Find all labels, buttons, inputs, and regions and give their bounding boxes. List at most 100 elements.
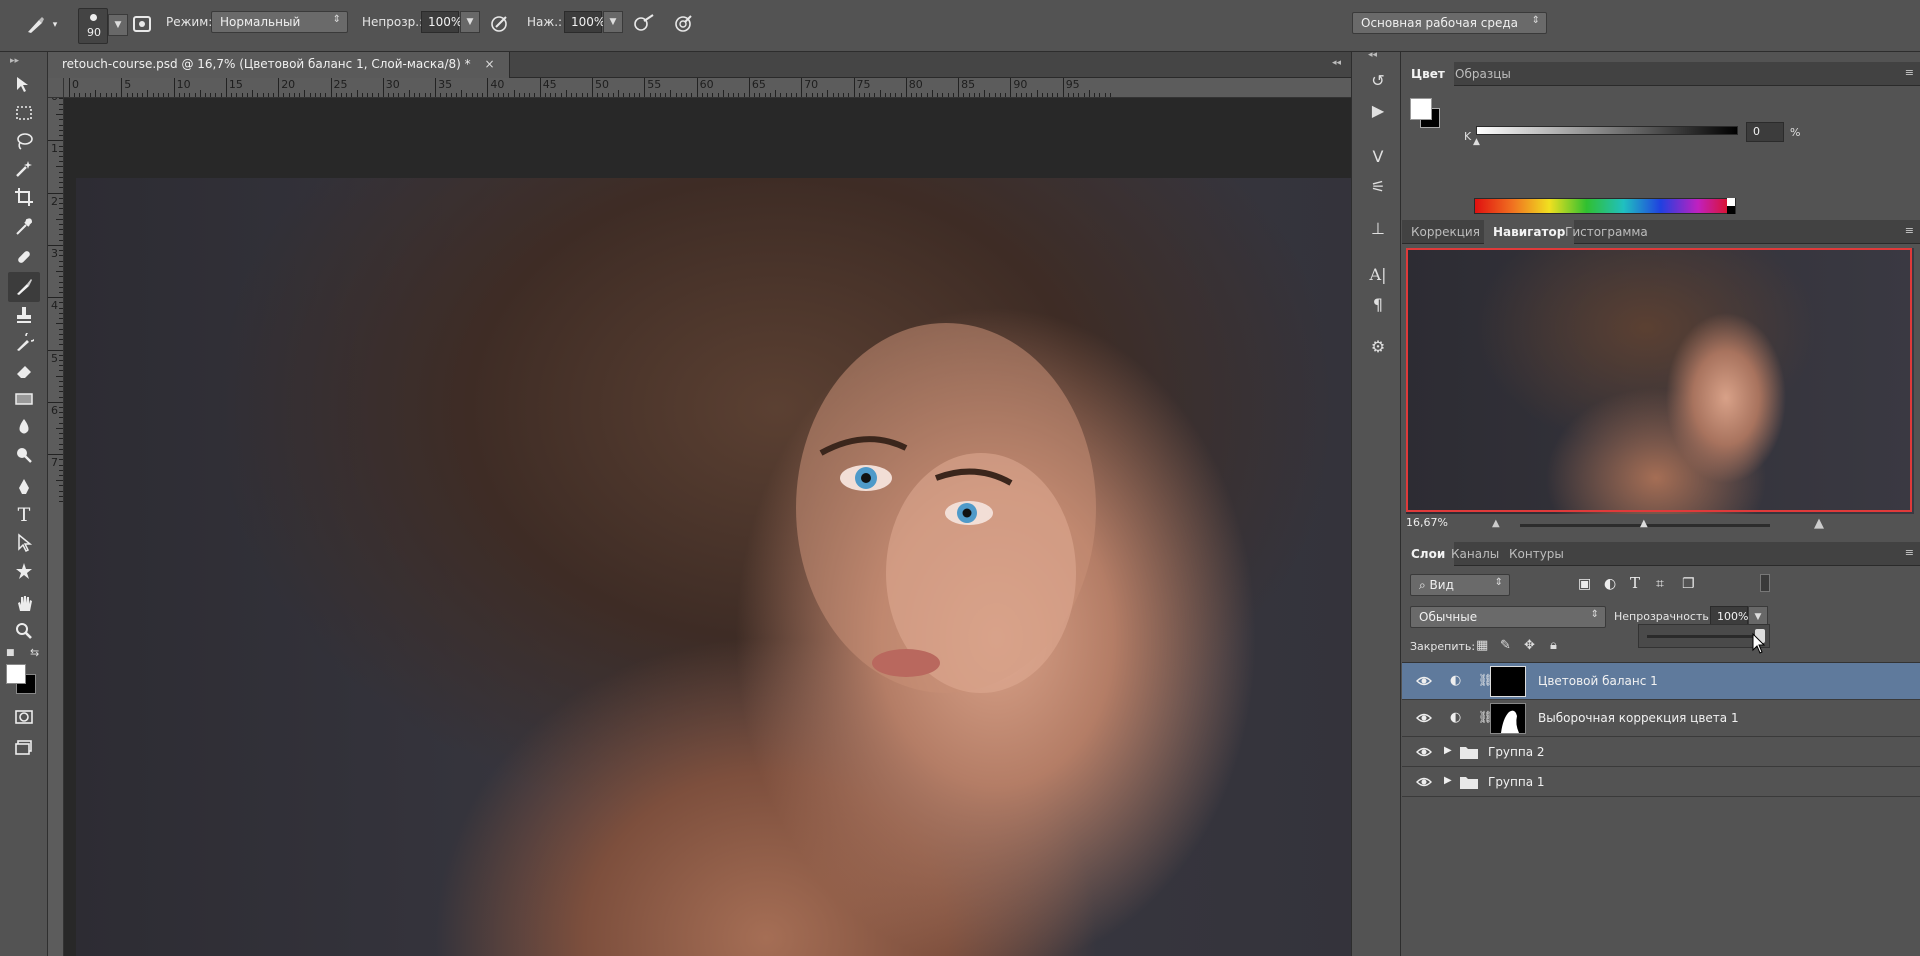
gradient-tool-icon[interactable] [8,384,40,414]
brush-presets-icon[interactable]: Ⅴ [1366,144,1390,168]
crop-tool-icon[interactable] [8,182,40,212]
layer-mask-thumbnail[interactable] [1490,666,1526,697]
close-icon[interactable]: × [484,57,494,71]
vertical-ruler[interactable]: 0 1 2 3 4 5 6 7 [48,98,64,956]
history-icon[interactable]: ↺ [1366,68,1390,92]
collapse-toolbar-icon[interactable]: ▸▸ [10,56,19,66]
document-tab[interactable]: retouch-course.psd @ 16,7% (Цветовой бал… [48,52,510,78]
actions-play-icon[interactable]: ▶ [1366,98,1390,122]
brush-size-picker[interactable]: 90 [78,8,108,44]
opacity-slider-chevron-down-icon[interactable]: ▼ [460,11,480,33]
layer-mask-thumbnail[interactable] [1490,703,1526,734]
collapse-dock-icon[interactable]: ◂◂ [1332,58,1341,68]
layer-row[interactable]: ◐ ⛓︎ Цветовой баланс 1 [1402,663,1920,700]
opacity-slider-popup[interactable] [1638,624,1770,648]
blur-tool-icon[interactable] [8,412,40,442]
pressure-size-icon[interactable] [672,11,696,35]
paragraph-panel-icon[interactable]: ¶ [1366,292,1390,316]
layer-name[interactable]: Цветовой баланс 1 [1538,674,1658,688]
spectrum-black-sample[interactable] [1727,206,1735,214]
quick-mask-icon[interactable] [8,702,40,732]
layer-blend-mode-select[interactable]: Обычные ⇕ [1410,606,1606,628]
layers-panel-menu-icon[interactable]: ≡ [1905,546,1914,559]
eraser-tool-icon[interactable] [8,356,40,386]
lock-image-pixels-icon[interactable]: ✎ [1500,638,1511,653]
layer-name[interactable]: Группа 1 [1488,775,1545,789]
default-colors-icon[interactable]: ■ [6,648,15,658]
visibility-eye-icon[interactable] [1416,710,1432,726]
zoom-tool-icon[interactable] [8,616,40,646]
tab-channels[interactable]: Каналы [1442,542,1508,566]
type-tool-icon[interactable]: T [8,500,40,530]
navigator-panel-menu-icon[interactable]: ≡ [1905,224,1914,237]
blend-mode-select[interactable]: Нормальный ⇕ [211,11,348,33]
visibility-eye-icon[interactable] [1416,744,1432,760]
tool-presets-icon[interactable]: ⚙ [1366,334,1390,358]
lasso-tool-icon[interactable] [8,126,40,156]
document-canvas[interactable] [64,98,1351,956]
marquee-tool-icon[interactable] [8,98,40,128]
filter-pixel-layers-icon[interactable]: ▣ [1578,576,1591,592]
layer-name[interactable]: Выборочная коррекция цвета 1 [1538,711,1739,725]
dodge-tool-icon[interactable] [8,440,40,470]
airbrush-icon[interactable] [632,11,656,35]
workspace-switcher[interactable]: Основная рабочая среда ⇕ [1352,12,1547,34]
navigator-zoom-thumb-icon[interactable]: ▲ [1640,518,1648,529]
brush-panel-toggle-icon[interactable] [130,12,154,36]
filter-shape-layers-icon[interactable]: ⌗ [1656,576,1664,592]
hand-tool-icon[interactable] [8,588,40,618]
layer-row[interactable]: ▶ Группа 1 [1402,767,1920,797]
flow-slider-chevron-down-icon[interactable]: ▼ [603,11,623,33]
clone-source-icon[interactable]: ⊥ [1366,216,1390,240]
k-value-input[interactable]: 0 [1746,122,1784,142]
tab-paths[interactable]: Контуры [1500,542,1573,566]
navigator-zoom-value[interactable]: 16,67% [1406,516,1448,529]
brush-tool-icon[interactable] [8,272,40,302]
visibility-eye-icon[interactable] [1416,673,1432,689]
spectrum-white-sample[interactable] [1727,198,1735,206]
zoom-in-icon[interactable]: ▲ [1814,516,1824,531]
lock-all-icon[interactable]: 🔒︎ [1550,638,1557,653]
filter-smart-objects-icon[interactable]: ❐ [1682,576,1695,592]
pen-tool-icon[interactable] [8,472,40,502]
group-expand-arrow-icon[interactable]: ▶ [1444,745,1452,756]
portrait-photo[interactable] [76,178,1351,956]
filter-adjustment-layers-icon[interactable]: ◐ [1604,576,1616,592]
group-expand-arrow-icon[interactable]: ▶ [1444,775,1452,786]
swap-colors-icon[interactable]: ⇆ [30,646,39,659]
flow-input[interactable]: 100% [564,11,605,33]
k-slider-thumb-icon[interactable]: ▲ [1473,137,1480,147]
path-selection-tool-icon[interactable] [8,528,40,558]
layer-name[interactable]: Группа 2 [1488,745,1545,759]
lock-position-icon[interactable]: ✥ [1524,638,1535,653]
zoom-out-icon[interactable]: ▲ [1492,518,1500,529]
filter-toggle-switch[interactable] [1760,574,1770,592]
color-panel-menu-icon[interactable]: ≡ [1905,66,1914,79]
healing-brush-tool-icon[interactable] [8,242,40,272]
brush-picker-chevron-down-icon[interactable]: ▼ [108,14,128,36]
foreground-color-swatch[interactable] [6,664,26,684]
layer-row[interactable]: ▶ Группа 2 [1402,737,1920,767]
screen-mode-icon[interactable] [8,732,40,762]
ruler-origin[interactable] [48,78,64,98]
opacity-popup-track[interactable] [1647,635,1759,638]
clone-stamp-tool-icon[interactable] [8,300,40,330]
color-spectrum-ramp[interactable] [1474,198,1736,214]
tab-swatches[interactable]: Образцы [1446,62,1520,86]
navigator-thumbnail[interactable] [1406,248,1914,514]
properties-icon[interactable]: ⚟ [1366,174,1390,198]
tool-preset-chevron-down-icon[interactable]: ▾ [48,18,62,32]
expand-dock-icon[interactable]: ◂◂ [1368,50,1377,60]
horizontal-ruler[interactable]: 0 5 10 15 20 25 30 35 40 45 50 55 60 65 70 75 80 85 90 95 [64,78,1351,98]
tab-adjustments[interactable]: Коррекция [1402,220,1489,244]
brush-tool-preset-icon[interactable] [22,12,48,38]
layer-row[interactable]: ◐ ⛓︎ Выборочная коррекция цвета 1 [1402,700,1920,737]
custom-shape-tool-icon[interactable] [8,556,40,586]
k-slider-track[interactable] [1476,126,1738,135]
layer-filter-select[interactable]: ⌕ Вид ⇕ [1410,574,1510,596]
eyedropper-tool-icon[interactable] [8,212,40,242]
character-panel-icon[interactable]: A| [1366,262,1390,286]
tab-histogram[interactable]: Гистограмма [1556,220,1657,244]
visibility-eye-icon[interactable] [1416,774,1432,790]
pressure-opacity-icon[interactable] [488,11,512,35]
